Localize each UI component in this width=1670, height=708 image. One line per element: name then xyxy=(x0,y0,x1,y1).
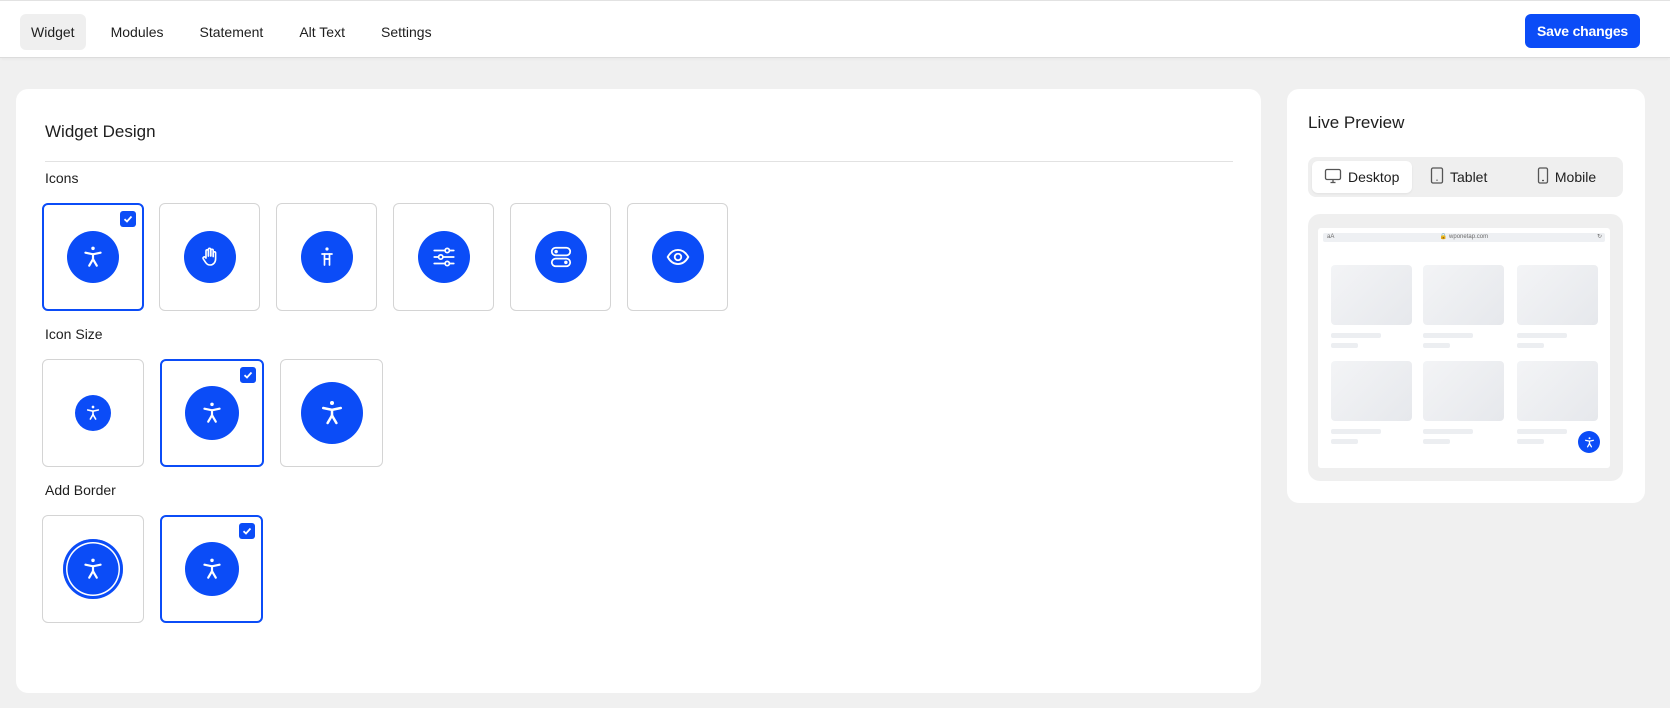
live-preview-title: Live Preview xyxy=(1308,113,1405,132)
sliders-icon xyxy=(417,231,470,283)
accessibility-person-icon xyxy=(1584,436,1594,447)
phone-icon xyxy=(1537,167,1549,187)
device-desktop[interactable]: Desktop xyxy=(1312,161,1412,193)
eye-icon xyxy=(651,231,704,283)
accessibility-figure-icon xyxy=(300,231,353,283)
accessibility-person-icon xyxy=(184,542,239,596)
device-mobile-label: Mobile xyxy=(1554,169,1597,185)
accessibility-person-icon xyxy=(75,395,111,431)
icons-label: Icons xyxy=(45,170,79,186)
accessibility-person-icon xyxy=(63,539,123,599)
device-tablet-label: Tablet xyxy=(1450,169,1488,185)
accessibility-person-icon xyxy=(67,231,119,283)
divider xyxy=(45,161,1233,162)
placeholder-line xyxy=(1517,439,1544,444)
placeholder-line xyxy=(1423,429,1473,434)
checkmark-icon xyxy=(240,367,256,383)
browser-mockup: aA 🔒 wponetap.com ↻ xyxy=(1318,228,1610,468)
tab-widget[interactable]: Widget xyxy=(20,14,86,50)
placeholder-line xyxy=(1517,429,1567,434)
widget-design-card: Widget Design Icons Icon Size Add Border xyxy=(16,89,1261,693)
accessibility-person-icon xyxy=(300,382,363,444)
icon-option-toggles[interactable] xyxy=(510,203,611,311)
placeholder-tile xyxy=(1331,361,1412,421)
tablet-icon xyxy=(1430,167,1444,187)
accessibility-widget-button[interactable] xyxy=(1578,431,1600,453)
icon-option-person[interactable] xyxy=(42,203,144,311)
preview-frame: aA 🔒 wponetap.com ↻ xyxy=(1308,214,1623,481)
device-switcher: Desktop Tablet Mobile xyxy=(1308,157,1623,197)
tab-modules[interactable]: Modules xyxy=(100,14,175,50)
top-bar: Widget Modules Statement Alt Text Settin… xyxy=(0,0,1670,58)
placeholder-line xyxy=(1423,439,1450,444)
section-title: Widget Design xyxy=(45,122,156,141)
icon-option-sliders[interactable] xyxy=(393,203,494,311)
tab-settings[interactable]: Settings xyxy=(370,14,443,50)
placeholder-tile xyxy=(1517,265,1598,325)
icon-size-small[interactable] xyxy=(42,359,144,467)
save-changes-button[interactable]: Save changes xyxy=(1525,14,1640,48)
placeholder-tile xyxy=(1517,361,1598,421)
device-tablet[interactable]: Tablet xyxy=(1418,161,1513,193)
icon-option-figure[interactable] xyxy=(276,203,377,311)
icon-option-eye[interactable] xyxy=(627,203,728,311)
icon-size-medium[interactable] xyxy=(160,359,264,467)
toggles-icon xyxy=(534,231,587,283)
placeholder-line xyxy=(1517,333,1567,338)
accessibility-person-icon xyxy=(185,386,239,440)
placeholder-line xyxy=(1423,333,1473,338)
url-text: 🔒 wponetap.com xyxy=(1439,234,1489,240)
placeholder-line xyxy=(1423,343,1450,348)
icon-size-label: Icon Size xyxy=(45,326,103,342)
url-bar: aA 🔒 wponetap.com ↻ xyxy=(1323,233,1605,242)
placeholder-tile xyxy=(1331,265,1412,325)
tab-statement[interactable]: Statement xyxy=(189,14,275,50)
placeholder-line xyxy=(1517,343,1544,348)
icon-option-hand[interactable] xyxy=(159,203,260,311)
placeholder-line xyxy=(1331,429,1381,434)
live-preview-card: Live Preview Desktop Tablet Mobile aA 🔒 … xyxy=(1287,89,1645,503)
checkmark-icon xyxy=(120,211,136,227)
placeholder-tile xyxy=(1423,265,1504,325)
hand-icon xyxy=(183,231,236,283)
border-option-with-border[interactable] xyxy=(42,515,144,623)
add-border-label: Add Border xyxy=(45,482,116,498)
icon-size-large[interactable] xyxy=(280,359,383,467)
border-option-no-border[interactable] xyxy=(160,515,263,623)
placeholder-line xyxy=(1331,343,1358,348)
device-desktop-label: Desktop xyxy=(1348,169,1400,185)
reload-icon: ↻ xyxy=(1596,234,1602,240)
monitor-icon xyxy=(1324,168,1342,187)
checkmark-icon xyxy=(239,523,255,539)
placeholder-line xyxy=(1331,333,1381,338)
device-mobile[interactable]: Mobile xyxy=(1514,161,1619,193)
placeholder-tile xyxy=(1423,361,1504,421)
tab-alt-text[interactable]: Alt Text xyxy=(288,14,356,50)
placeholder-line xyxy=(1331,439,1358,444)
tab-list: Widget Modules Statement Alt Text Settin… xyxy=(20,14,443,50)
